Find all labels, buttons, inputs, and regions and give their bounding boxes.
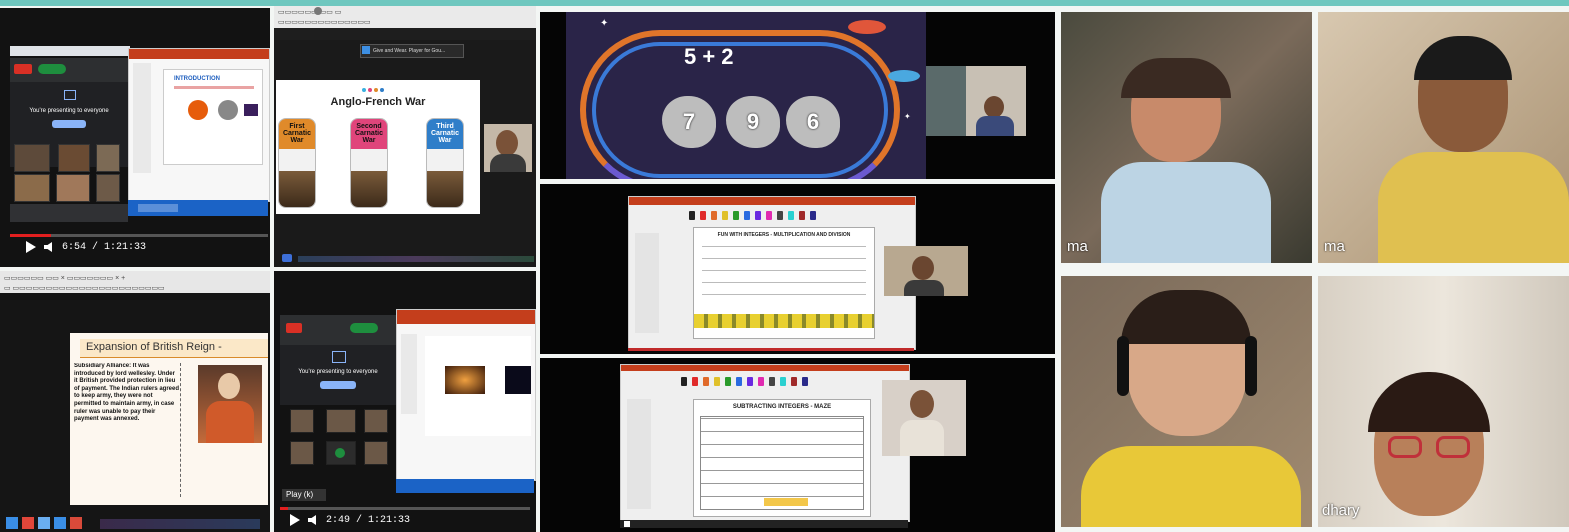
worksheet: SUBTRACTING INTEGERS - MAZE — [693, 399, 871, 517]
browser-chrome: ▭▭▭▭▭▭ ▭▭ × ▭▭▭▭▭▭▭ × + ▭ ▭▭▭▭▭▭▭▭▭▭▭▭▭▭… — [0, 271, 270, 293]
play-icon[interactable] — [290, 514, 300, 526]
presenting-box: You're presenting to everyone — [280, 345, 396, 405]
presenting-banner: You're presenting to everyone — [29, 108, 109, 114]
participant-thumb — [290, 409, 314, 433]
taskbar — [128, 200, 268, 216]
play-icon[interactable] — [26, 241, 36, 253]
participant-thumb — [58, 144, 90, 172]
slide-heading: INTRODUCTION — [174, 76, 220, 82]
app-icon[interactable] — [70, 517, 82, 529]
panel-math-game: 5 + 2 7 9 6 ✦ ✦ — [540, 12, 1055, 179]
volume-icon[interactable] — [44, 242, 52, 252]
webcam-inset — [926, 66, 1026, 136]
slide-body: Subsidiary Alliance: It was introduced b… — [74, 363, 181, 497]
presenting-icon — [332, 351, 346, 363]
participant-thumb — [290, 441, 314, 465]
webcam-tile-2: ma — [1318, 12, 1569, 263]
meet-icon — [282, 254, 292, 262]
participant-thumb — [364, 409, 388, 433]
meet-toolbar — [10, 58, 128, 82]
panel-presenting-top: You're presenting to everyone INTRODUCTI… — [0, 8, 270, 267]
video-progress-bar[interactable] — [10, 234, 268, 237]
browser-tabs — [10, 46, 130, 56]
windows-icon[interactable] — [6, 517, 18, 529]
webcam-tile-1: ma — [1061, 12, 1312, 263]
moon-image — [218, 100, 238, 120]
panel-worksheet-sub: SUBTRACTING INTEGERS - MAZE — [540, 358, 1055, 532]
powerpoint-window: FUN WITH INTEGERS - MULTIPLICATION AND D… — [628, 196, 916, 350]
panel-anglo-french: ▭▭▭▭▭▭ ▭▭ ▭ ▭▭▭▭▭▭▭▭▭▭▭▭▭▭ Give and Wear… — [274, 6, 536, 267]
powerpoint-window — [396, 309, 536, 481]
app-icon[interactable] — [54, 517, 66, 529]
pen-toolbar[interactable] — [681, 377, 808, 386]
player-icon — [362, 46, 370, 54]
meet-toolbar — [280, 315, 396, 345]
participant-thumb — [326, 441, 356, 465]
participant-name: ma — [1067, 238, 1088, 255]
panel-worksheet-mult: FUN WITH INTEGERS - MULTIPLICATION AND D… — [540, 184, 1055, 354]
headphones — [1117, 336, 1129, 396]
powerpoint-window: INTRODUCTION — [128, 48, 270, 202]
presenting-icon — [64, 90, 76, 100]
stop-presenting-button[interactable] — [320, 381, 356, 389]
volume-icon[interactable] — [308, 515, 316, 525]
spaceship-icon — [888, 70, 920, 82]
equation: 5 + 2 — [684, 44, 734, 69]
answer-option[interactable]: 7 — [662, 96, 716, 148]
slide — [425, 336, 531, 436]
participant-thumb — [14, 144, 50, 172]
play-tooltip: Play (k) — [282, 489, 326, 501]
participant-thumb — [96, 144, 120, 172]
portrait-image — [198, 365, 262, 443]
spaceship-icon — [848, 20, 886, 34]
video-title[interactable]: Give and Wear. Player for Gou... — [360, 44, 464, 58]
panel-british-reign: ▭▭▭▭▭▭ ▭▭ × ▭▭▭▭▭▭▭ × + ▭ ▭▭▭▭▭▭▭▭▭▭▭▭▭▭… — [0, 271, 270, 532]
webcam-inset — [882, 380, 966, 456]
webcam-tile-4: dhary — [1318, 276, 1569, 527]
glasses — [1388, 436, 1422, 458]
participant-thumb — [326, 409, 356, 433]
powerpoint-window: SUBTRACTING INTEGERS - MAZE — [620, 364, 910, 522]
windows-taskbar — [6, 517, 82, 529]
webcam-inset — [484, 124, 532, 172]
worksheet-title: SUBTRACTING INTEGERS - MAZE — [732, 404, 832, 410]
webcam-tile-3 — [1061, 276, 1312, 527]
game-screen: 5 + 2 7 9 6 ✦ ✦ — [566, 12, 926, 179]
participant-thumb — [14, 174, 50, 202]
taskbar — [396, 479, 534, 493]
sun-image — [188, 100, 208, 120]
webcam-inset — [884, 246, 968, 296]
card-second-war: Second Carnatic War — [350, 118, 388, 208]
participant-thumb — [364, 441, 388, 465]
video-time: 6:54 / 1:21:33 — [62, 241, 147, 253]
video-time: 2:49 / 1:21:33 — [326, 514, 411, 526]
presenting-banner: You're presenting to everyone — [298, 369, 378, 375]
slide: INTRODUCTION — [163, 69, 263, 165]
slide: Expansion of British Reign - Subsidiary … — [70, 333, 268, 505]
panel-presenting-bottom: You're presenting to everyone Play (k) 2… — [274, 271, 536, 532]
app-icon[interactable] — [38, 517, 50, 529]
participant-name: dhary — [1322, 502, 1360, 519]
video-progress-bar[interactable] — [280, 507, 530, 510]
slide-image — [445, 366, 485, 394]
card-third-war: Third Carnatic War — [426, 118, 464, 208]
stop-presenting-button[interactable] — [52, 120, 86, 128]
participant-thumb — [96, 174, 120, 202]
accent-top-bar — [0, 0, 1569, 6]
slide: Anglo-French War First Carnatic War Seco… — [276, 80, 480, 214]
answer-option[interactable]: 6 — [786, 96, 840, 148]
worksheet-title: FUN WITH INTEGERS - MULTIPLICATION AND D… — [717, 232, 851, 238]
pen-toolbar[interactable] — [689, 211, 816, 220]
slide-title: Anglo-French War — [330, 96, 426, 108]
app-icon[interactable] — [22, 517, 34, 529]
worksheet: FUN WITH INTEGERS - MULTIPLICATION AND D… — [693, 227, 875, 339]
browser-chrome: ▭▭▭▭▭▭ ▭▭ ▭ ▭▭▭▭▭▭▭▭▭▭▭▭▭▭ — [274, 6, 536, 28]
chrome-tab-icon — [314, 7, 322, 15]
card-first-war: First Carnatic War — [278, 118, 316, 208]
participant-thumb — [56, 174, 90, 202]
participant-name: ma — [1324, 238, 1345, 255]
slide-title: Expansion of British Reign - — [86, 341, 222, 353]
answer-option[interactable]: 9 — [726, 96, 780, 148]
play-icon[interactable] — [624, 521, 630, 527]
